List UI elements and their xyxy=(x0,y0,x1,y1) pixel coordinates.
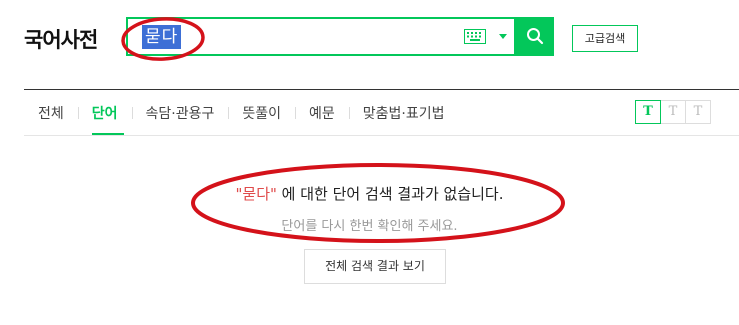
tabs-divider xyxy=(24,135,739,136)
tab-definition[interactable]: 뜻풀이 xyxy=(228,103,295,123)
tab-proverb-idiom[interactable]: 속담·관용구 xyxy=(131,103,229,123)
no-result-query: "묻다" xyxy=(235,185,277,203)
search-button[interactable] xyxy=(516,17,554,56)
tab-word[interactable]: 단어 xyxy=(77,103,132,123)
tab-all[interactable]: 전체 xyxy=(24,103,78,123)
font-size-small-button[interactable]: T xyxy=(635,100,661,124)
advanced-search-button[interactable]: 고급검색 xyxy=(572,25,638,52)
search-icon xyxy=(527,28,544,45)
tab-example[interactable]: 예문 xyxy=(295,103,349,123)
keyboard-icon[interactable] xyxy=(464,29,486,44)
no-result-hint: 단어를 다시 한번 확인해 주세요. xyxy=(281,219,458,234)
tab-spelling[interactable]: 맞춤법·표기법 xyxy=(348,103,459,123)
no-result-text: 에 대한 단어 검색 결과가 없습니다. xyxy=(276,185,504,203)
dictionary-logo[interactable]: 국어사전 xyxy=(24,24,98,54)
view-all-results-button[interactable]: 전체 검색 결과 보기 xyxy=(304,249,446,284)
search-tabs: 전체 단어 속담·관용구 뜻풀이 예문 맞춤법·표기법 xyxy=(24,102,459,124)
font-size-medium-button[interactable]: T xyxy=(660,100,686,124)
search-input[interactable]: 묻다 xyxy=(126,17,516,56)
header-divider xyxy=(24,89,739,90)
no-result-message: "묻다" 에 대한 단어 검색 결과가 없습니다. xyxy=(0,183,739,204)
font-size-controls: T T T xyxy=(635,100,711,124)
chevron-down-icon[interactable] xyxy=(499,34,507,39)
search-query-text: 묻다 xyxy=(142,25,182,49)
font-size-large-button[interactable]: T xyxy=(685,100,711,124)
